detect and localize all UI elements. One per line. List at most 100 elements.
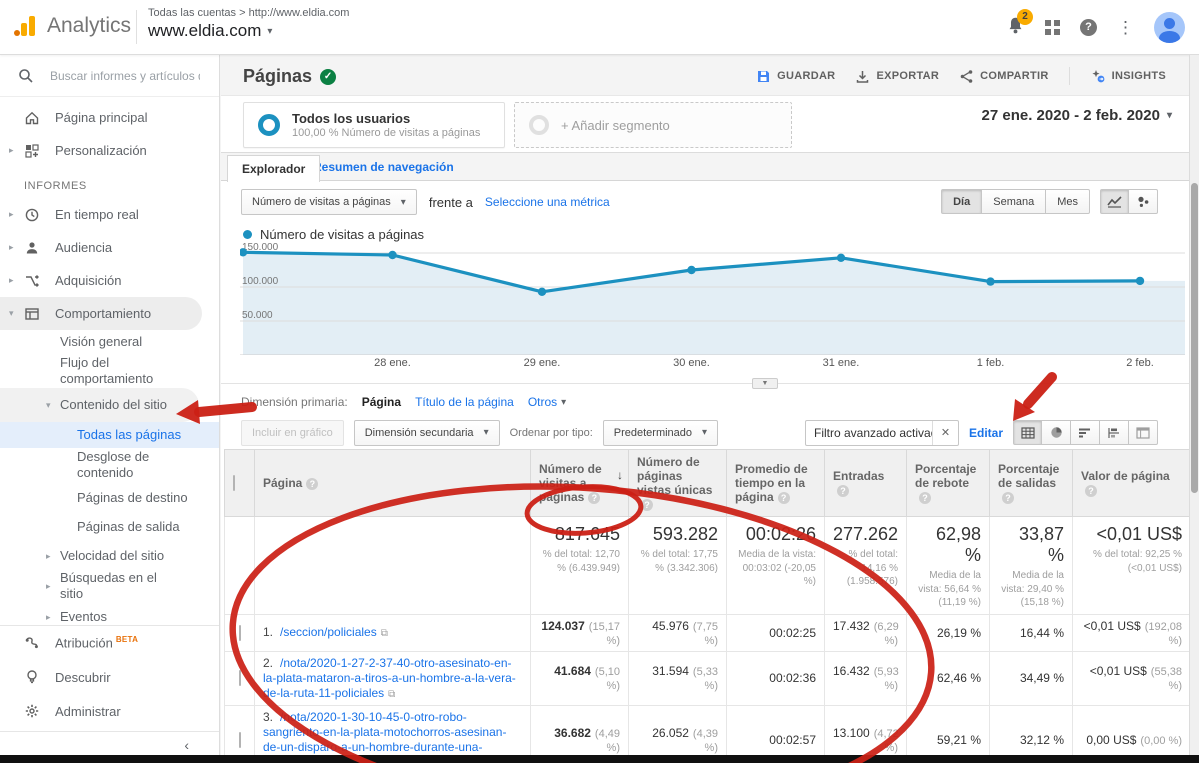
col-tiempo[interactable]: Promedio de tiempo en la página? — [727, 450, 825, 517]
external-link-icon[interactable]: ⧉ — [381, 628, 388, 639]
unique-views-cell: 31.594(5,33 %) — [629, 651, 727, 705]
sidebar-item-audience[interactable]: ▸ Audiencia — [0, 231, 219, 264]
sidebar-item-behavior[interactable]: ▾ Comportamiento — [0, 297, 202, 330]
col-valor[interactable]: Valor de página? — [1073, 450, 1191, 517]
sidebar-item-customization[interactable]: ▸ Personalización — [0, 134, 219, 167]
sidebar-search[interactable] — [0, 55, 219, 97]
col-visitas[interactable]: Número de visitas a páginas?↓ — [531, 450, 629, 517]
sidebar-item-atribucion[interactable]: AtribuciónBETA — [0, 626, 219, 660]
granularity-semana[interactable]: Semana — [982, 189, 1046, 214]
col-rebote[interactable]: Porcentaje de rebote? — [907, 450, 990, 517]
percentage-view-toggle[interactable] — [1042, 420, 1071, 445]
report-title-row: Páginas ✓ GUARDAR EXPORTAR COMPARTIR — [221, 55, 1190, 95]
analytics-logo-icon — [12, 13, 38, 39]
dimension-pagina[interactable]: Página — [362, 395, 401, 409]
col-vistas-unicas[interactable]: Número de páginas vistas únicas? — [629, 450, 727, 517]
tab-explorador[interactable]: Explorador — [227, 155, 320, 182]
line-chart-toggle[interactable] — [1100, 189, 1129, 214]
sort-desc-icon: ↓ — [617, 468, 623, 482]
date-range-selector[interactable]: 27 ene. 2020 - 2 feb. 2020 ▾ — [982, 107, 1172, 124]
row-checkbox[interactable] — [239, 625, 241, 641]
select-metric-link[interactable]: Seleccione una métrica — [485, 195, 610, 209]
page-scrollbar[interactable] — [1189, 55, 1199, 755]
plot-rows-button[interactable]: Incluir en gráfico — [241, 420, 344, 446]
sidebar-item-label: Comportamiento — [55, 306, 151, 321]
analytics-logo[interactable]: Analytics — [12, 13, 131, 39]
sidebar-item-label: Administrar — [55, 704, 121, 719]
sidebar-item-vision-general[interactable]: Visión general — [0, 330, 219, 354]
save-button[interactable]: GUARDAR — [756, 69, 835, 84]
help-icon: ? — [641, 499, 653, 511]
scrollbar-thumb[interactable] — [1191, 183, 1198, 493]
row-checkbox-cell — [225, 651, 255, 705]
comparison-view-toggle[interactable] — [1100, 420, 1129, 445]
sidebar-item-administrar[interactable]: Administrar — [0, 694, 219, 728]
dimension-titulo-link[interactable]: Título de la página — [415, 395, 514, 409]
legend-dot-icon — [243, 230, 252, 239]
sidebar-item-label: Personalización — [55, 143, 147, 158]
segment-subtitle: 100,00 % Número de visitas a páginas — [292, 127, 480, 139]
external-link-icon[interactable]: ⧉ — [388, 689, 395, 700]
dimension-otros[interactable]: Otros ▾ — [528, 395, 566, 409]
sort-type-dropdown[interactable]: Predeterminado ▾ — [603, 420, 718, 446]
timeseries-chart[interactable]: 150.000100.00050.000 — [240, 243, 1185, 355]
more-menu-icon[interactable]: ⋮ — [1117, 18, 1134, 38]
performance-view-toggle[interactable] — [1071, 420, 1100, 445]
sidebar-item-flujo[interactable]: Flujo del comportamiento — [0, 354, 219, 388]
col-entradas[interactable]: Entradas? — [825, 450, 907, 517]
sidebar-item-todas-las-paginas[interactable]: Todas las páginas — [0, 422, 219, 448]
pivot-view-toggle[interactable] — [1129, 420, 1158, 445]
help-icon: ? — [837, 485, 849, 497]
search-input[interactable] — [50, 69, 200, 83]
segment-all-users[interactable]: Todos los usuarios 100,00 % Número de vi… — [243, 102, 505, 148]
metric-dropdown[interactable]: Número de visitas a páginas ▾ — [241, 189, 417, 215]
help-icon[interactable]: ? — [1080, 19, 1097, 36]
sidebar-item-descubrir[interactable]: Descubrir — [0, 660, 219, 694]
row-checkbox[interactable] — [239, 732, 241, 748]
avatar[interactable] — [1154, 12, 1185, 43]
apps-grid-icon[interactable] — [1045, 20, 1060, 35]
page-cell: 2./nota/2020-1-27-2-37-40-otro-asesinato… — [255, 651, 531, 705]
sidebar-collapse-button[interactable]: ‹ — [0, 731, 219, 757]
insights-button[interactable]: INSIGHTS — [1090, 68, 1166, 84]
page-link[interactable]: /seccion/policiales — [280, 625, 377, 639]
sidebar-item-acquisition[interactable]: ▸ Adquisición — [0, 264, 219, 297]
sidebar-item-busquedas[interactable]: ▸ Búsquedas en el sitio — [0, 569, 219, 603]
chart-expand-handle[interactable]: ▼ — [752, 378, 778, 389]
comparison-icon — [1107, 427, 1121, 439]
pie-icon — [1050, 426, 1063, 439]
sidebar-item-contenido-del-sitio[interactable]: ▾ Contenido del sitio — [0, 388, 199, 422]
col-salidas[interactable]: Porcentaje de salidas? — [990, 450, 1073, 517]
export-button[interactable]: EXPORTAR — [855, 69, 939, 84]
sidebar-item-home[interactable]: Página principal — [0, 101, 219, 134]
account-selector[interactable]: Todas las cuentas > http://www.eldia.com… — [148, 7, 349, 41]
data-view-toggle[interactable] — [1013, 420, 1042, 445]
edit-filter-link[interactable]: Editar — [969, 426, 1003, 440]
notifications-button[interactable]: 2 — [1006, 16, 1025, 40]
account-name: www.eldia.com — [148, 21, 261, 41]
customization-icon — [23, 143, 40, 159]
close-icon[interactable]: ✕ — [932, 421, 958, 445]
actions-divider — [1069, 67, 1070, 85]
chevron-right-icon: ▸ — [9, 209, 14, 220]
add-segment-button[interactable]: + Añadir segmento — [514, 102, 792, 148]
tab-resumen-navegacion[interactable]: Resumen de navegación — [313, 153, 454, 181]
sidebar-item-desglose[interactable]: Desglose de contenido — [0, 448, 219, 481]
secondary-dimension-dropdown[interactable]: Dimensión secundaria ▾ — [354, 420, 500, 446]
sidebar-item-realtime[interactable]: ▸ En tiempo real — [0, 198, 219, 231]
sidebar-item-paginas-destino[interactable]: Páginas de destino — [0, 481, 219, 514]
person-icon — [23, 240, 40, 256]
select-all-checkbox[interactable] — [233, 475, 235, 491]
row-checkbox[interactable] — [239, 670, 241, 686]
share-icon — [959, 69, 974, 84]
save-icon — [756, 69, 771, 84]
share-button[interactable]: COMPARTIR — [959, 69, 1049, 84]
sidebar-item-paginas-salida[interactable]: Páginas de salida — [0, 514, 219, 539]
motion-chart-toggle[interactable] — [1129, 189, 1158, 214]
sidebar-item-velocidad[interactable]: ▸ Velocidad del sitio — [0, 542, 219, 569]
granularity-mes[interactable]: Mes — [1046, 189, 1090, 214]
bounce-rate-cell: 26,19 % — [907, 614, 990, 651]
granularity-dia[interactable]: Día — [941, 189, 982, 214]
col-pagina[interactable]: Página? — [255, 450, 531, 517]
sidebar-item-eventos[interactable]: ▸ Eventos — [0, 603, 219, 625]
